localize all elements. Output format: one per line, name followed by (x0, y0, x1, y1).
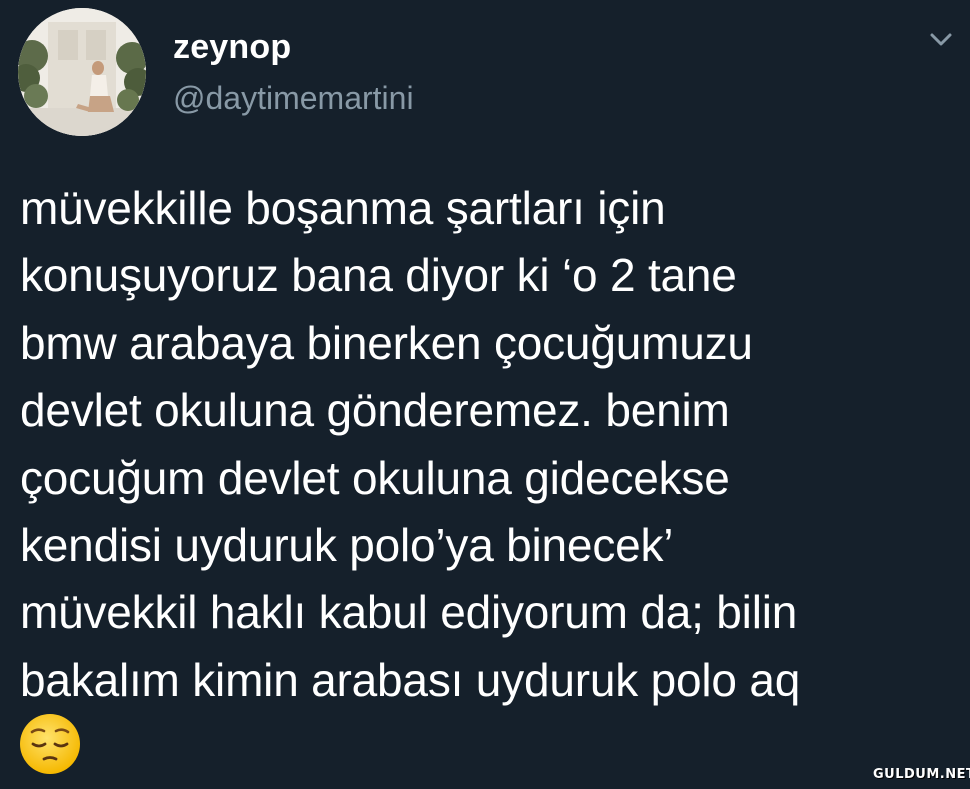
user-handle[interactable]: @daytimemartini (173, 80, 414, 117)
tweet-card: zeynop @daytimemartini müvekkille boşanm… (0, 0, 970, 789)
watermark: GULDUM.NET (873, 767, 970, 782)
display-name[interactable]: zeynop (173, 28, 291, 67)
tweet-text: müvekkille boşanma şartları için konuşuy… (20, 182, 801, 706)
pensive-face-emoji-icon (18, 712, 82, 776)
chevron-down-icon[interactable] (926, 30, 956, 50)
avatar[interactable] (18, 8, 146, 136)
avatar-photo (18, 8, 146, 136)
